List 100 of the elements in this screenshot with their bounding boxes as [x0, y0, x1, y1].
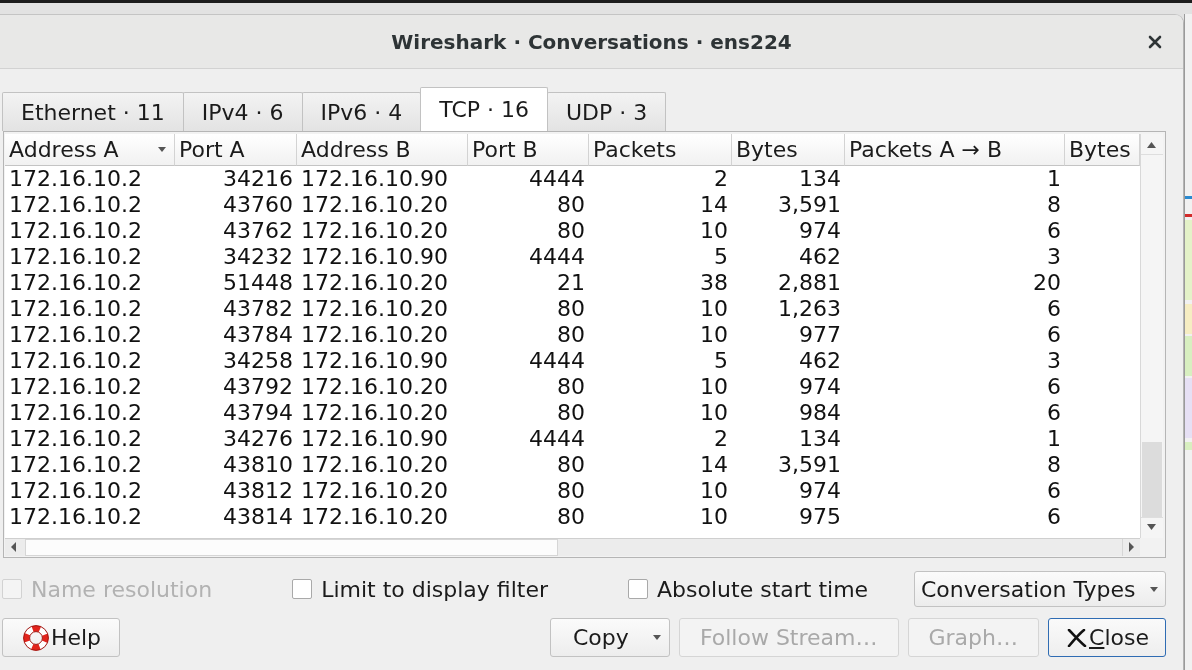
table-cell-text: 34258: [222, 348, 294, 374]
table-cell-text: 80: [556, 478, 586, 504]
table-cell-text: 6: [1046, 504, 1062, 530]
conversation-types-dropdown[interactable]: Conversation Types: [914, 571, 1166, 607]
table-cell-text: 172.16.10.20: [300, 270, 449, 296]
column-header[interactable]: Port A: [175, 134, 297, 166]
column-header[interactable]: Packets A → B: [845, 134, 1065, 166]
checkbox[interactable]: [292, 579, 313, 599]
table-cell-text: 80: [556, 400, 586, 426]
lifebuoy-icon: [22, 624, 49, 651]
horizontal-scrollbar[interactable]: [5, 538, 1140, 556]
table-cell-text: 51448: [222, 270, 294, 296]
column-header[interactable]: Address B: [297, 134, 468, 166]
table-cell-text: 43792: [222, 374, 294, 400]
table-cell-text: 80: [556, 452, 586, 478]
table-cell-text: 2,881: [777, 270, 842, 296]
table-cell-text: 134: [798, 426, 842, 452]
table-cell-text: 3: [1046, 348, 1062, 374]
tab[interactable]: IPv6 · 4: [301, 92, 422, 131]
table-cell-text: 10: [699, 504, 729, 530]
table-cell-text: 134: [798, 166, 842, 192]
table-cell-text: 5: [713, 348, 729, 374]
close-button[interactable]: Close: [1048, 618, 1166, 657]
tab[interactable]: UDP · 3: [547, 92, 667, 131]
table-cell-text: 80: [556, 192, 586, 218]
table-cell-text: 977: [798, 322, 842, 348]
table-cell-text: 43784: [222, 322, 294, 348]
table-cell-text: 5: [713, 244, 729, 270]
table-cell-text: 462: [798, 244, 842, 270]
table-cell-text: 80: [556, 374, 586, 400]
table-cell-text: 43782: [222, 296, 294, 322]
table-cell-text: 43760: [222, 192, 294, 218]
checkbox-label: Name resolution: [31, 576, 213, 602]
table-cell-text: 974: [798, 218, 842, 244]
table-cell-text: 2: [713, 426, 729, 452]
table-cell-text: 14: [699, 192, 729, 218]
table-cell-text: 6: [1046, 400, 1062, 426]
table-cell-text: 172.16.10.2: [8, 192, 143, 218]
table-cell-text: 172.16.10.90: [300, 348, 449, 374]
table-cell-text: 462: [798, 348, 842, 374]
column-header[interactable]: Address A: [5, 134, 175, 166]
table-cell-text: 6: [1046, 296, 1062, 322]
table-cell-text: 3,591: [777, 452, 842, 478]
dropdown-button[interactable]: Copy: [549, 618, 670, 657]
help-button[interactable]: Help: [2, 618, 120, 657]
table-cell-text: 172.16.10.2: [8, 296, 143, 322]
table-cell-text: 172.16.10.20: [300, 478, 449, 504]
table-cell-text: 172.16.10.90: [300, 426, 449, 452]
caret-icon: [652, 635, 661, 640]
column-header[interactable]: Port B: [468, 134, 589, 166]
table-cell-text: 10: [699, 374, 729, 400]
tab[interactable]: TCP · 16: [420, 87, 548, 131]
table-cell-text: 172.16.10.2: [8, 452, 143, 478]
table-cell-text: 172.16.10.2: [8, 322, 143, 348]
table-cell-text: 172.16.10.20: [300, 322, 449, 348]
table-cell-text: 172.16.10.20: [300, 296, 449, 322]
table-cell-text: 172.16.10.2: [8, 348, 143, 374]
table-cell-text: 80: [556, 322, 586, 348]
table-cell-text: 1: [1046, 426, 1062, 452]
table-cell-text: 974: [798, 478, 842, 504]
table-cell-text: 4444: [528, 426, 586, 452]
checkbox-label: Absolute start time: [657, 576, 869, 602]
column-header[interactable]: Bytes: [732, 134, 845, 166]
table-cell-text: 172.16.10.2: [8, 426, 143, 452]
table-cell-text: 172.16.10.20: [300, 452, 449, 478]
table-cell-text: 3,591: [777, 192, 842, 218]
table-cell-text: 172.16.10.20: [300, 218, 449, 244]
table-cell-text: 34232: [222, 244, 294, 270]
table-cell-text: 975: [798, 504, 842, 530]
table-cell-text: 43794: [222, 400, 294, 426]
table-cell-text: 80: [556, 218, 586, 244]
table-cell-text: 34216: [222, 166, 294, 192]
table-cell-text: 43762: [222, 218, 294, 244]
table-cell-text: 14: [699, 452, 729, 478]
table-cell-text: 43812: [222, 478, 294, 504]
table-cell-text: 43810: [222, 452, 294, 478]
table-cell-text: 172.16.10.2: [8, 400, 143, 426]
table-cell-text: 6: [1046, 374, 1062, 400]
table-cell-text: 10: [699, 400, 729, 426]
table-cell-text: 1,263: [777, 296, 842, 322]
table-cell-text: 974: [798, 374, 842, 400]
table-cell-text: 172.16.10.90: [300, 166, 449, 192]
table-cell-text: 172.16.10.20: [300, 374, 449, 400]
table-cell-text: 172.16.10.20: [300, 192, 449, 218]
table-cell-text: 3: [1046, 244, 1062, 270]
table-cell-text: 43814: [222, 504, 294, 530]
table-cell-text: 4444: [528, 166, 586, 192]
table-cell-text: 4444: [528, 348, 586, 374]
checkbox[interactable]: [628, 579, 649, 599]
table-cell-text: 8: [1046, 192, 1062, 218]
table-cell-text: 172.16.10.2: [8, 504, 143, 530]
caret-icon: [158, 147, 166, 152]
tab[interactable]: Ethernet · 11: [2, 92, 184, 131]
column-header[interactable]: Packets: [589, 134, 732, 166]
dialog-title: Wireshark · Conversations · ens224: [391, 29, 792, 54]
tab[interactable]: IPv4 · 6: [182, 92, 303, 131]
table-cell-text: 1: [1046, 166, 1062, 192]
table-cell-text: 20: [1032, 270, 1062, 296]
table-cell-text: 34276: [222, 426, 294, 452]
vertical-scrollbar[interactable]: [1140, 134, 1163, 538]
